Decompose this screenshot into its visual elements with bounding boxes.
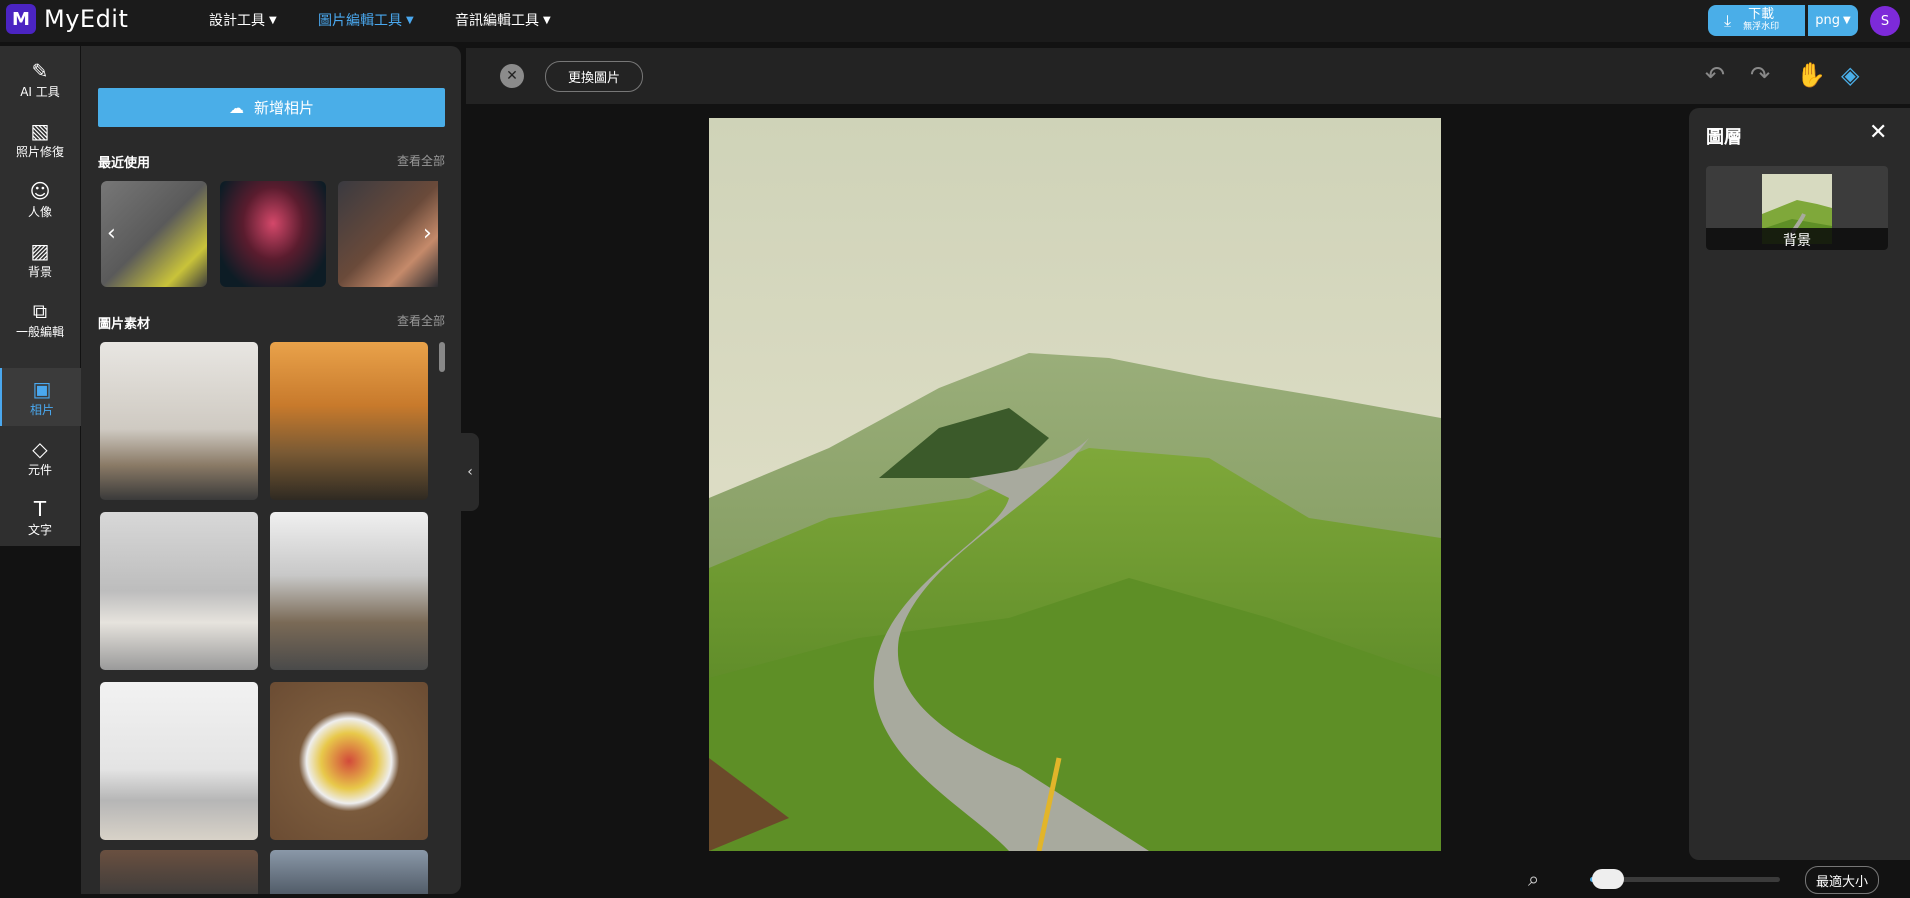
layers-icon[interactable]: ◈ [1841,61,1859,89]
photo-repair-icon: ▧ [30,118,50,143]
photo-icon: ▣ [32,376,52,401]
stock-image-tile[interactable] [100,850,258,894]
close-icon[interactable]: ✕ [1869,120,1887,145]
chevron-left-icon[interactable]: ‹ [107,221,116,246]
rail-label: 一般編輯 [15,324,64,339]
chevron-right-icon[interactable]: › [423,221,432,246]
rail-item-components[interactable]: ◇ 元件 [0,428,80,486]
top-bar: M MyEdit 設計工具 ▼ 圖片編輯工具 ▼ 音訊編輯工具 ▼ ⤓ 下載 無… [0,0,1910,42]
layers-title: 圖層 [1706,127,1742,148]
stock-title: 圖片素材 [98,317,151,332]
chevron-down-icon: ▼ [406,14,414,26]
cloud-upload-icon: ☁ [228,98,244,117]
rail-item-text[interactable]: T 文字 [0,488,80,546]
undo-icon[interactable]: ↶ [1705,61,1725,89]
tool-rail: ✎ AI 工具 ▧ 照片修復 ☺ 人像 ▨ 背景 ⧉ 一般編輯 + ▣ 相片 ◇… [0,46,82,546]
stock-image-tile[interactable] [270,850,428,894]
rail-label: 相片 [29,402,54,417]
recent-title: 最近使用 [98,156,151,171]
magic-wand-icon: ✎ [31,58,49,83]
canvas-toolbar: ✕ 更換圖片 ↶ ↷ ✋ ◈ [466,48,1910,104]
zoom-slider-handle[interactable] [1592,869,1624,889]
canvas-image[interactable] [709,118,1441,851]
nav-label: 設計工具 [209,13,265,29]
logo-mark-icon: M [6,4,36,34]
rail-item-ai-tools[interactable]: ✎ AI 工具 [0,50,80,108]
rail-item-photo[interactable]: ▣ 相片 [0,368,82,426]
stock-image-tile[interactable] [100,682,258,840]
format-label: png [1815,13,1841,28]
portrait-icon: ☺ [29,178,51,203]
rail-item-general-edit[interactable]: ⧉ 一般編輯 [0,290,80,348]
chevron-down-icon: ▼ [1843,15,1851,26]
nav-label: 圖片編輯工具 [318,13,402,29]
components-icon: ◇ [32,436,48,461]
rail-label: 文字 [27,522,52,537]
fit-to-screen-button[interactable]: 最適大小 [1805,866,1879,894]
app-name: MyEdit [44,5,129,33]
landscape-image [709,118,1441,851]
hand-icon[interactable]: ✋ [1796,61,1826,89]
background-icon: ▨ [30,238,50,263]
chevron-down-icon: ▼ [269,14,277,26]
layer-label: 背景 [1706,228,1888,250]
rail-item-background[interactable]: ▨ 背景 [0,230,80,288]
rail-label: AI 工具 [20,84,60,99]
photo-panel: ☁ 新增相片 最近使用 查看全部 ‹ › 圖片素材 查看全部 [81,46,461,894]
rail-label: 照片修復 [15,144,64,159]
format-dropdown[interactable]: png ▼ [1808,5,1858,36]
app-logo[interactable]: M MyEdit [6,4,128,34]
general-edit-icon: ⧉ [32,298,48,323]
rail-item-portrait[interactable]: ☺ 人像 [0,170,80,228]
download-sublabel: 無浮水印 [1743,21,1780,32]
close-icon[interactable]: ✕ [500,64,524,88]
stock-image-tile[interactable] [270,682,428,840]
avatar[interactable]: S [1870,6,1900,36]
stock-image-tile[interactable] [100,512,258,670]
zoom-icon[interactable]: ⌕ [1528,867,1539,891]
stock-view-all-link[interactable]: 查看全部 [397,312,445,329]
stock-image-tile[interactable] [270,512,428,670]
download-icon: ⤓ [1724,10,1732,30]
recent-thumb[interactable] [101,181,207,287]
stock-image-tile[interactable] [270,342,428,500]
nav-image-tools[interactable]: 圖片編輯工具 ▼ [318,10,414,30]
redo-icon[interactable]: ↷ [1750,61,1770,89]
text-icon: T [33,496,47,521]
rail-item-photo-repair[interactable]: ▧ 照片修復 [0,110,80,168]
panel-scrollbar[interactable] [439,342,445,372]
download-label: 下載 [1748,6,1775,22]
collapse-panel-button[interactable]: ‹ [461,433,479,511]
chevron-down-icon: ▼ [543,14,551,26]
chevron-left-icon: ‹ [467,464,473,480]
nav-label: 音訊編輯工具 [455,13,539,29]
replace-image-button[interactable]: 更換圖片 [545,61,643,92]
recent-view-all-link[interactable]: 查看全部 [397,152,445,169]
stock-image-tile[interactable] [100,342,258,500]
nav-audio-tools[interactable]: 音訊編輯工具 ▼ [455,10,551,30]
rail-label: 人像 [27,204,52,219]
recent-thumb[interactable] [220,181,326,287]
layer-item[interactable]: 背景 [1706,166,1888,250]
layers-panel: 圖層 ✕ 背景 [1689,108,1910,860]
download-button[interactable]: ⤓ 下載 無浮水印 [1708,5,1805,36]
add-photo-button[interactable]: ☁ 新增相片 [98,88,445,127]
add-photo-label: 新增相片 [253,99,314,117]
nav-design-tools[interactable]: 設計工具 ▼ [209,10,277,30]
rail-label: 背景 [27,264,52,279]
rail-label: 元件 [27,462,52,477]
